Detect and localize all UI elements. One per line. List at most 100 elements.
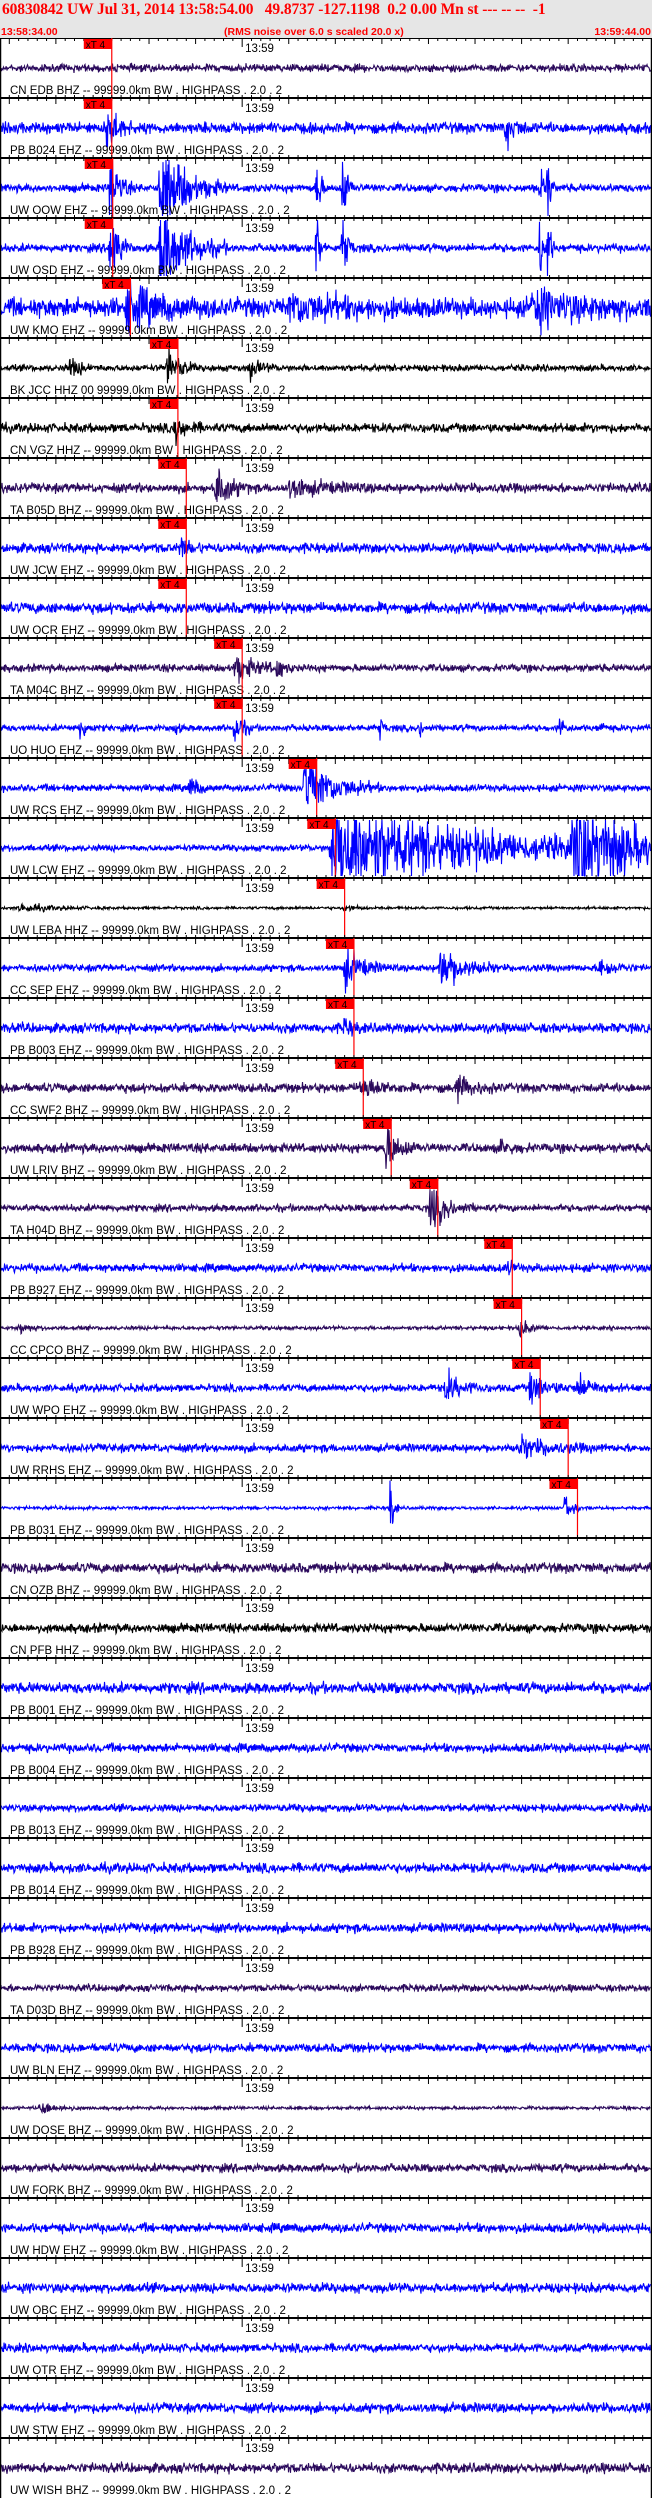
pick-label: xT 4 (87, 220, 107, 231)
trace-panel: 13:59 UW JCW EHZ -- 99999.0km BW . HIGHPA… (0, 515, 652, 578)
waveform-trace (0, 2401, 651, 2415)
minute-label: 13:59 (245, 403, 274, 415)
pick-label: xT 4 (486, 1240, 506, 1251)
trace-panel: 13:59 PB B927 EHZ -- 99999.0km BW . HIGHP… (0, 1235, 652, 1298)
trace-panel: 13:59UW KMO EHZ -- 99999.0km BW . HIGHPA… (0, 275, 652, 338)
trace-panel: 13:59 PB B003 EHZ -- 99999.0km BW . HIGHP… (0, 995, 652, 1058)
minute-label: 13:59 (245, 523, 274, 535)
channel-label: PB B004 EHZ -- 99999.0km BW . HIGHPASS .… (10, 1765, 284, 1777)
minute-label: 13:59 (245, 1063, 274, 1075)
minute-label: 13:59 (245, 643, 274, 655)
channel-label: UW STW EHZ -- 99999.0km BW . HIGHPASS . … (10, 2425, 286, 2437)
waveform-trace (0, 902, 651, 913)
pick-label: xT 4 (542, 1420, 562, 1431)
minute-label: 13:59 (245, 43, 274, 55)
trace-panel: 13:59UW WPO EHZ -- 99999.0km BW . HIGHPA… (0, 1355, 652, 1418)
trace-panel: 13:59 PB B013 EHZ -- 99999.0km BW . HIGHP… (0, 1775, 652, 1837)
waveform-trace (0, 2221, 652, 2235)
trace-panel: 13:59 UW LRIV BHZ -- 99999.0km BW . HIGHP… (0, 1115, 652, 1178)
pick-label: xT 4 (496, 1300, 516, 1311)
minute-label: 13:59 (245, 1903, 274, 1915)
waveform-trace (0, 1259, 652, 1276)
pick-label: xT 4 (365, 1120, 385, 1131)
minute-label: 13:59 (245, 943, 274, 955)
trace-panel: 13:59 UW STW EHZ -- 99999.0km BW . HIGHPA… (0, 2375, 652, 2437)
waveform-trace (0, 718, 651, 742)
channel-label: UW OSD EHZ -- 99999.0km BW . HIGHPASS . … (10, 265, 286, 277)
pick-label: xT 4 (86, 40, 106, 51)
minute-label: 13:59 (245, 163, 274, 175)
waveform-trace (0, 1433, 651, 1459)
channel-label: CC SWF2 BHZ -- 99999.0km BW . HIGHPASS .… (10, 1105, 290, 1117)
minute-label: 13:59 (245, 223, 274, 235)
waveform-trace (0, 1189, 652, 1228)
minute-label: 13:59 (245, 463, 274, 475)
channel-label: UW JCW EHZ -- 99999.0km BW . HIGHPASS . … (10, 565, 286, 577)
trace-panel: 13:59 UW OSD EHZ -- 99999.0km BW . HIGHPA… (0, 215, 652, 278)
trace-panel: 13:59 TA B05D BHZ -- 99999.0km BW . HIGHP… (0, 455, 652, 518)
minute-label: 13:59 (245, 583, 274, 595)
channel-label: TA D03D BHZ -- 99999.0km BW . HIGHPASS .… (10, 2005, 284, 2017)
channel-label: PB B031 EHZ -- 99999.0km BW . HIGHPASS .… (10, 1525, 284, 1537)
waveform-trace (0, 2103, 651, 2115)
trace-panel: 13:59UW HDW EHZ -- 99999.0km BW . HIGHPA… (0, 2195, 652, 2257)
pick-label: xT 4 (337, 1060, 357, 1071)
minute-label: 13:59 (245, 883, 274, 895)
trace-panel: 13:59 UW WISH BHZ -- 99999.0km BW . HIGHP… (0, 2435, 652, 2497)
channel-label: UW OBC EHZ -- 99999.0km BW . HIGHPASS . … (10, 2305, 286, 2317)
channel-label: CN PFB HHZ -- 99999.0km BW . HIGHPASS . … (10, 1645, 281, 1657)
trace-panel: 13:59 TA D03D BHZ -- 99999.0km BW . HIGHP… (0, 1955, 652, 2017)
event-title: 60830842 UW Jul 31, 2014 13:58:54.00 49.… (2, 1, 546, 18)
channel-label: CC SEP EHZ -- 99999.0km BW . HIGHPASS . … (10, 985, 281, 997)
waveform-trace (0, 2281, 652, 2295)
channel-label: PB B928 EHZ -- 99999.0km BW . HIGHPASS .… (10, 1945, 284, 1957)
channel-label: PB B001 EHZ -- 99999.0km BW . HIGHPASS .… (10, 1705, 284, 1717)
trace-panel: 13:59 UW OTR EHZ -- 99999.0km BW . HIGHPA… (0, 2315, 652, 2377)
waveform-trace (0, 2461, 651, 2475)
trace-panel: 13:59 UW LEBA HHZ -- 99999.0km BW . HIGHP… (0, 875, 652, 938)
minute-label: 13:59 (245, 703, 274, 715)
minute-label: 13:59 (245, 343, 274, 355)
waveform-trace (0, 1367, 652, 1405)
channel-label: CN OZB BHZ -- 99999.0km BW . HIGHPASS . … (10, 1585, 282, 1597)
minute-label: 13:59 (245, 103, 274, 115)
minute-label: 13:59 (245, 763, 274, 775)
channel-label: PB B014 EHZ -- 99999.0km BW . HIGHPASS .… (10, 1885, 284, 1897)
pick-label: xT 4 (160, 580, 180, 591)
waveform-trace (0, 1741, 652, 1755)
waveform-trace (0, 1074, 651, 1105)
waveform-trace (0, 2041, 652, 2054)
minute-label: 13:59 (245, 1663, 274, 1675)
minute-label: 13:59 (245, 1303, 274, 1315)
channel-label: UW OCR EHZ -- 99999.0km BW . HIGHPASS . … (10, 625, 287, 637)
minute-label: 13:59 (245, 2443, 274, 2455)
waveform-trace (0, 759, 651, 805)
trace-panel: 13:59UW DOSE BHZ -- 99999.0km BW . HIGHP… (0, 2075, 652, 2137)
channel-label: UW LEBA HHZ -- 99999.0km BW . HIGHPASS .… (10, 925, 290, 937)
trace-panel: 13:59 PB B928 EHZ -- 99999.0km BW . HIGHP… (0, 1895, 652, 1957)
waveform-trace (0, 657, 652, 684)
waveform-trace (0, 468, 652, 503)
waveform-trace (0, 1017, 652, 1037)
channel-label: CC CPCO BHZ -- 99999.0km BW . HIGHPASS .… (10, 1345, 292, 1357)
waveform-trace (0, 1680, 652, 1696)
trace-panel: 13:59 UW LCW EHZ -- 99999.0km BW . HIGHPA… (0, 815, 652, 878)
trace-panel: 13:59 PB B004 EHZ -- 99999.0km BW . HIGHP… (0, 1715, 652, 1777)
pick-label: xT 4 (104, 280, 124, 291)
channel-label: TA B05D BHZ -- 99999.0km BW . HIGHPASS .… (10, 505, 284, 517)
minute-label: 13:59 (245, 2083, 274, 2095)
channel-label: UW LCW EHZ -- 99999.0km BW . HIGHPASS . … (10, 865, 287, 877)
trace-panel: 13:59 UW FORK BHZ -- 99999.0km BW . HIGHP… (0, 2135, 652, 2197)
minute-label: 13:59 (245, 1603, 274, 1615)
pick-label: xT 4 (291, 760, 311, 771)
waveform-trace (0, 420, 652, 447)
waveform-trace (0, 62, 652, 74)
pick-label: xT 4 (328, 940, 348, 951)
event-header: 60830842 UW Jul 31, 2014 13:58:54.00 49.… (0, 0, 652, 38)
waveform-trace (0, 2341, 652, 2355)
trace-panel: 13:59 PB B001 EHZ -- 99999.0km BW . HIGHP… (0, 1655, 652, 1717)
minute-label: 13:59 (245, 1123, 274, 1135)
minute-label: 13:59 (245, 1723, 274, 1735)
waveform-trace (0, 1921, 651, 1935)
trace-panel: 13:59UW RRHS EHZ -- 99999.0km BW . HIGHP… (0, 1415, 652, 1478)
